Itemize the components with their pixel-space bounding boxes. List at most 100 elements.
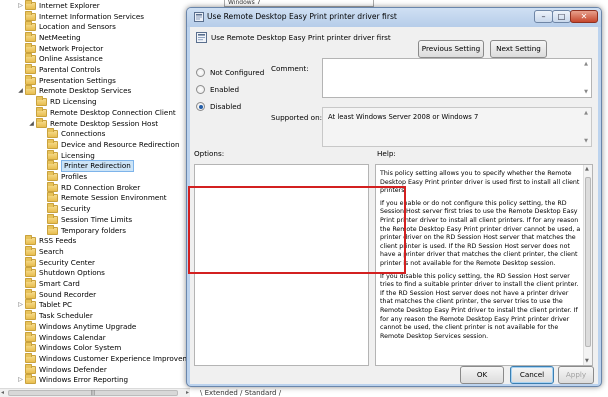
folder-icon bbox=[36, 106, 47, 117]
tree-item[interactable]: RSS Feeds bbox=[16, 235, 76, 247]
highlight-annotation bbox=[188, 186, 406, 274]
tree-item-label: Connections bbox=[61, 129, 106, 139]
minimize-icon: – bbox=[541, 12, 546, 21]
folder-icon bbox=[25, 245, 36, 256]
tree-item[interactable]: Smart Card bbox=[16, 278, 80, 290]
tree-item-label: Session Time Limits bbox=[61, 214, 133, 224]
supported-on-value: At least Windows Server 2008 or Windows … bbox=[328, 113, 479, 121]
tree-item[interactable]: Session Time Limits bbox=[38, 213, 133, 226]
scroll-up-icon[interactable]: ▲ bbox=[582, 110, 590, 116]
tree-item[interactable]: ◢ Remote Desktop Services bbox=[16, 85, 131, 97]
scroll-thumb[interactable] bbox=[585, 177, 591, 347]
tree-item[interactable]: Windows Anytime Upgrade bbox=[16, 320, 136, 333]
view-tabs[interactable]: \ Extended / Standard / bbox=[200, 389, 281, 397]
ok-button[interactable]: OK bbox=[460, 366, 504, 384]
tree-item[interactable]: ▷ Internet Explorer bbox=[16, 0, 100, 12]
tree-item-label: Search bbox=[39, 246, 64, 256]
scroll-right-icon[interactable]: ▸ bbox=[186, 389, 189, 396]
help-paragraph: If you enable or do not configure this p… bbox=[380, 199, 581, 267]
expand-arrow-icon[interactable]: ◢ bbox=[27, 119, 36, 129]
help-text: This policy setting allows you to specif… bbox=[380, 170, 582, 345]
supported-on-field: At least Windows Server 2008 or Windows … bbox=[322, 107, 592, 147]
tree-item[interactable]: NetMeeting bbox=[16, 31, 81, 44]
help-paragraph: This policy setting allows you to specif… bbox=[380, 170, 580, 195]
folder-icon bbox=[47, 224, 58, 235]
apply-button[interactable]: Apply bbox=[558, 366, 594, 384]
tree-item[interactable]: Security bbox=[38, 203, 91, 215]
radio-circle[interactable] bbox=[196, 102, 205, 111]
folder-icon bbox=[47, 128, 58, 139]
cancel-button[interactable]: Cancel bbox=[510, 366, 554, 384]
scroll-down-icon[interactable]: ▼ bbox=[582, 138, 590, 144]
tree-item[interactable]: Internet Information Services bbox=[16, 10, 145, 22]
radio-circle[interactable] bbox=[196, 68, 205, 77]
folder-icon bbox=[36, 96, 47, 107]
help-scrollbar[interactable]: ▲ ▼ bbox=[583, 165, 592, 365]
folder-icon bbox=[36, 117, 47, 128]
folder-icon bbox=[25, 278, 36, 289]
radio-circle[interactable] bbox=[196, 85, 205, 94]
tree-item[interactable]: Profiles bbox=[38, 171, 88, 183]
tree-item-label: Windows Defender bbox=[39, 364, 107, 374]
scroll-thumb[interactable]: ||| bbox=[8, 390, 178, 396]
tree-item[interactable]: Windows Customer Experience Improvement bbox=[16, 352, 190, 365]
tree-item[interactable]: ▷ Tablet PC bbox=[16, 299, 73, 311]
tree-item[interactable]: Device and Resource Redirection bbox=[38, 138, 180, 151]
folder-icon bbox=[47, 138, 58, 149]
tree-horizontal-scrollbar[interactable]: ◂ ||| ▸ bbox=[0, 388, 190, 397]
tree-item-label: Tablet PC bbox=[39, 300, 73, 310]
previous-setting-button[interactable]: Previous Setting bbox=[418, 40, 484, 58]
tree-item[interactable]: Parental Controls bbox=[16, 64, 100, 76]
folder-icon bbox=[47, 203, 58, 214]
tree-item[interactable]: RD Licensing bbox=[27, 96, 97, 108]
tree-item[interactable]: Connections bbox=[38, 128, 106, 140]
expand-arrow-icon[interactable]: ◢ bbox=[16, 86, 25, 96]
maximize-button[interactable]: □ bbox=[552, 10, 571, 23]
folder-icon bbox=[25, 235, 36, 246]
tree-item[interactable]: ▷ Windows Error Reporting bbox=[16, 374, 129, 386]
maximize-icon: □ bbox=[557, 12, 566, 21]
tree-item[interactable]: Temporary folders bbox=[38, 224, 126, 236]
tree-item-label: Remote Desktop Session Host bbox=[50, 118, 159, 128]
help-pane[interactable]: This policy setting allows you to specif… bbox=[375, 164, 593, 366]
tree-item-label: RD Licensing bbox=[50, 97, 97, 107]
tree-item-label: Smart Card bbox=[39, 279, 80, 289]
tree-item-label: Remote Session Environment bbox=[61, 193, 167, 203]
title-bar[interactable]: Use Remote Desktop Easy Print printer dr… bbox=[187, 8, 601, 27]
comment-field[interactable]: ▲ ▼ bbox=[322, 58, 592, 98]
tree-item-label: Internet Information Services bbox=[39, 11, 145, 21]
tree-item-label: Profiles bbox=[61, 172, 88, 182]
scroll-up-icon[interactable]: ▲ bbox=[585, 166, 589, 172]
folder-icon bbox=[25, 256, 36, 267]
tree-item[interactable]: Remote Session Environment bbox=[38, 192, 167, 204]
scroll-left-icon[interactable]: ◂ bbox=[1, 389, 4, 396]
help-paragraph: If you disable this policy setting, the … bbox=[380, 272, 579, 340]
folder-icon bbox=[25, 352, 36, 363]
scroll-down-icon[interactable]: ▼ bbox=[585, 358, 589, 364]
tree-item[interactable]: Search bbox=[16, 245, 64, 258]
tree-item[interactable]: Location and Sensors bbox=[16, 21, 116, 33]
minimize-button[interactable]: – bbox=[534, 10, 553, 23]
tree-item-label: Windows Color System bbox=[39, 343, 122, 353]
radio-label: Enabled bbox=[210, 85, 240, 94]
folder-icon bbox=[25, 310, 36, 321]
radio-not-configured[interactable]: Not Configured bbox=[196, 68, 264, 77]
tree-item-label: Sound Recorder bbox=[39, 289, 97, 299]
radio-enabled[interactable]: Enabled bbox=[196, 85, 239, 94]
folder-icon bbox=[25, 74, 36, 85]
expand-arrow-icon[interactable]: ▷ bbox=[16, 300, 25, 310]
next-setting-button[interactable]: Next Setting bbox=[490, 40, 547, 58]
scroll-up-icon[interactable]: ▲ bbox=[582, 61, 590, 67]
expand-arrow-icon[interactable]: ▷ bbox=[16, 1, 25, 11]
tree-item[interactable]: Task Scheduler bbox=[16, 310, 93, 322]
tree-item-label: NetMeeting bbox=[39, 32, 81, 42]
close-button[interactable]: ✕ bbox=[570, 10, 598, 23]
scroll-down-icon[interactable]: ▼ bbox=[582, 89, 590, 95]
tree-item[interactable]: Remote Desktop Connection Client bbox=[27, 106, 176, 119]
supported-on-label: Supported on: bbox=[271, 113, 323, 122]
folder-icon bbox=[25, 31, 36, 42]
tree-item-label: Windows Error Reporting bbox=[39, 375, 129, 385]
tree-item[interactable]: Windows Color System bbox=[16, 342, 122, 354]
expand-arrow-icon[interactable]: ▷ bbox=[16, 375, 25, 385]
radio-disabled[interactable]: Disabled bbox=[196, 102, 241, 111]
